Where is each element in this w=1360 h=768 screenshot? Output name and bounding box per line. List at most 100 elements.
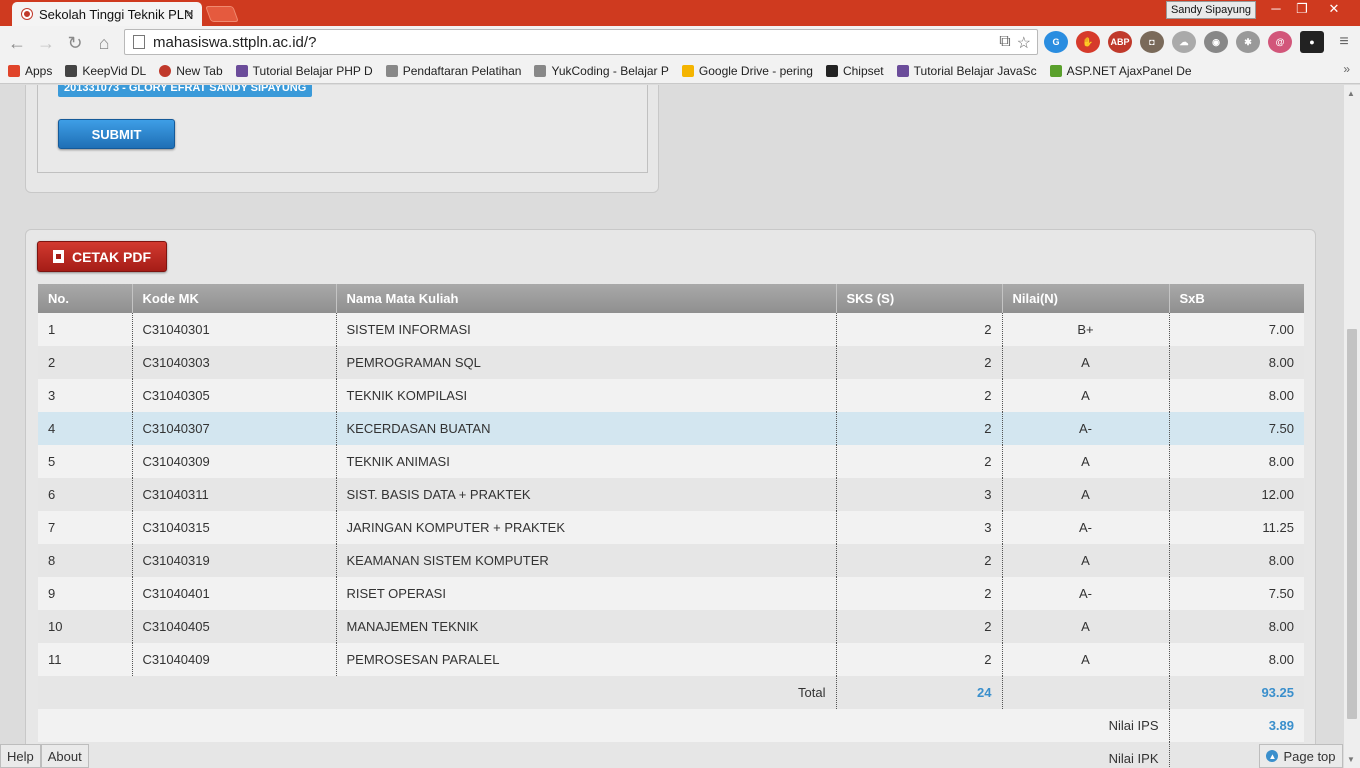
cell-sks: 2 — [836, 346, 1003, 379]
bookmark-label: KeepVid DL — [82, 63, 147, 78]
restore-icon[interactable]: ❐ — [1290, 1, 1314, 17]
camera-app-icon[interactable]: ● — [1300, 31, 1324, 53]
column-header[interactable]: No. — [38, 284, 133, 313]
cell-nilai: A- — [1002, 412, 1170, 445]
total-label: Total — [38, 676, 837, 709]
table-row[interactable]: 9 C31040401 RISET OPERASI 2 A- 7.50 — [38, 577, 1304, 610]
browser-tab[interactable]: Sekolah Tinggi Teknik PLN × — [12, 2, 202, 26]
vertical-scrollbar[interactable]: ▲ ▼ — [1344, 85, 1360, 768]
bookmark-keepvid[interactable]: KeepVid DL — [65, 64, 146, 78]
profile-button[interactable]: Sandy Sipayung — [1166, 1, 1256, 19]
bookmark-pendaftaran[interactable]: Pendaftaran Pelatihan — [385, 63, 522, 78]
spiral-extension-icon[interactable]: @ — [1268, 31, 1292, 53]
print-pdf-button[interactable]: CETAK PDF — [37, 241, 167, 272]
bug-extension-icon[interactable]: ✱ — [1236, 31, 1260, 53]
ips-row: Nilai IPS 3.89 — [38, 709, 1304, 742]
total-sxb: 93.25 — [1169, 676, 1304, 709]
table-row[interactable]: 3 C31040305 TEKNIK KOMPILASI 2 A 8.00 — [38, 379, 1304, 412]
more-bookmarks-icon[interactable]: » — [1343, 62, 1350, 76]
bookmarks-bar: Apps KeepVid DL New Tab Tutorial Belajar… — [0, 58, 1360, 84]
cell-kode: C31040307 — [132, 412, 337, 445]
cell-sxb: 8.00 — [1169, 346, 1304, 379]
close-tab-icon[interactable]: × — [186, 5, 194, 21]
back-icon[interactable]: ← — [6, 32, 28, 54]
translate-icon[interactable]: ⧉ — [999, 33, 1010, 53]
cell-no: 2 — [38, 346, 133, 379]
cell-sxb: 8.00 — [1169, 544, 1304, 577]
column-header[interactable]: Nilai(N) — [1002, 284, 1170, 313]
student-badge: 201331073 - GLORY EFRAT SANDY SIPAYUNG — [58, 85, 313, 97]
google-drive-icon — [681, 64, 694, 77]
cell-no: 1 — [38, 313, 133, 346]
ips-value: 3.89 — [1169, 709, 1304, 742]
table-row[interactable]: 8 C31040319 KEAMANAN SISTEM KOMPUTER 2 A… — [38, 544, 1304, 577]
camera-extension-icon[interactable]: ◘ — [1140, 31, 1164, 53]
bookmark-aspnet[interactable]: ASP.NET AjaxPanel De — [1049, 63, 1192, 78]
ips-label: Nilai IPS — [38, 709, 1170, 742]
extension-g-icon[interactable]: G — [1044, 31, 1068, 53]
address-bar[interactable]: mahasiswa.sttpln.ac.id/? ⧉ ☆ — [124, 29, 1038, 55]
new-tab-button[interactable] — [205, 6, 239, 22]
table-row[interactable]: 2 C31040303 PEMROGRAMAN SQL 2 A 8.00 — [38, 346, 1304, 379]
scroll-up-arrow-icon[interactable]: ▲ — [1347, 89, 1355, 98]
help-link[interactable]: Help — [0, 744, 41, 768]
table-row[interactable]: 10 C31040405 MANAJEMEN TEKNIK 2 A 8.00 — [38, 610, 1304, 643]
bookmark-chipset[interactable]: Chipset — [825, 64, 884, 78]
bookmark-label: YukCoding - Belajar P — [551, 63, 669, 78]
cell-no: 8 — [38, 544, 133, 577]
table-row[interactable]: 11 C31040409 PEMROSESAN PARALEL 2 A 8.00 — [38, 643, 1304, 676]
cell-nilai: A — [1002, 643, 1170, 676]
print-pdf-label: CETAK PDF — [71, 248, 152, 265]
apps-grid-icon — [8, 64, 20, 77]
bookmark-label: ASP.NET AjaxPanel De — [1066, 63, 1192, 78]
table-row-hovered[interactable]: 4 C31040307 KECERDASAN BUATAN 2 A- 7.50 — [38, 412, 1304, 445]
cell-nama: TEKNIK KOMPILASI — [336, 379, 837, 412]
submit-button[interactable]: SUBMIT — [58, 119, 175, 149]
site-favicon-icon — [235, 64, 248, 77]
scrollbar-thumb[interactable] — [1347, 329, 1357, 719]
student-form-panel: 201331073 - GLORY EFRAT SANDY SIPAYUNG S… — [25, 85, 659, 193]
cell-nilai: B+ — [1002, 313, 1170, 346]
home-icon[interactable]: ⌂ — [93, 32, 115, 54]
adblock-plus-icon[interactable]: ABP — [1108, 31, 1132, 53]
bookmark-yukcoding[interactable]: YukCoding - Belajar P — [534, 63, 669, 78]
table-row[interactable]: 7 C31040315 JARINGAN KOMPUTER + PRAKTEK … — [38, 511, 1304, 544]
cell-sxb: 8.00 — [1169, 379, 1304, 412]
bookmark-tutorial-javascript[interactable]: Tutorial Belajar JavaSc — [896, 64, 1037, 78]
column-header[interactable]: SKS (S) — [836, 284, 1003, 313]
about-link[interactable]: About — [40, 744, 89, 768]
total-sks: 24 — [836, 676, 1003, 709]
extension-hand-icon[interactable]: ✋ — [1076, 31, 1100, 53]
eye-extension-icon[interactable]: ◉ — [1204, 31, 1228, 53]
minimize-icon[interactable]: ─ — [1264, 1, 1288, 17]
cloud-extension-icon[interactable]: ☁ — [1172, 31, 1196, 53]
reload-icon[interactable]: ↻ — [64, 32, 86, 54]
column-header[interactable]: SxB — [1169, 284, 1304, 313]
scroll-down-arrow-icon[interactable]: ▼ — [1347, 755, 1355, 764]
cell-sxb: 12.00 — [1169, 478, 1304, 511]
bookmark-label: Pendaftaran Pelatihan — [402, 63, 522, 78]
cell-nama: MANAJEMEN TEKNIK — [336, 610, 837, 643]
column-header[interactable]: Nama Mata Kuliah — [336, 284, 837, 313]
table-row[interactable]: 6 C31040311 SIST. BASIS DATA + PRAKTEK 3… — [38, 478, 1304, 511]
cell-nilai: A — [1002, 445, 1170, 478]
cell-no: 10 — [38, 610, 133, 643]
bookmark-tutorial-php[interactable]: Tutorial Belajar PHP D — [235, 64, 373, 78]
site-favicon-icon — [896, 64, 909, 77]
cell-sks: 2 — [836, 643, 1003, 676]
close-window-icon[interactable]: ✕ — [1322, 1, 1346, 17]
bookmark-apps[interactable]: Apps — [8, 64, 52, 78]
bookmark-star-icon[interactable]: ☆ — [1017, 33, 1031, 53]
arrow-up-icon: ▲ — [1266, 750, 1279, 762]
bookmark-new-tab[interactable]: New Tab — [159, 64, 223, 78]
cell-sks: 2 — [836, 577, 1003, 610]
column-header[interactable]: Kode MK — [132, 284, 337, 313]
page-top-button[interactable]: ▲ Page top — [1259, 744, 1343, 768]
table-row[interactable]: 5 C31040309 TEKNIK ANIMASI 2 A 8.00 — [38, 445, 1304, 478]
table-row[interactable]: 1 C31040301 SISTEM INFORMASI 2 B+ 7.00 — [38, 313, 1304, 346]
menu-icon[interactable]: ≡ — [1332, 31, 1356, 53]
cell-nama: SISTEM INFORMASI — [336, 313, 837, 346]
bookmark-google-drive[interactable]: Google Drive - pering — [681, 64, 813, 78]
forward-icon[interactable]: → — [35, 32, 57, 54]
cell-nilai: A- — [1002, 511, 1170, 544]
